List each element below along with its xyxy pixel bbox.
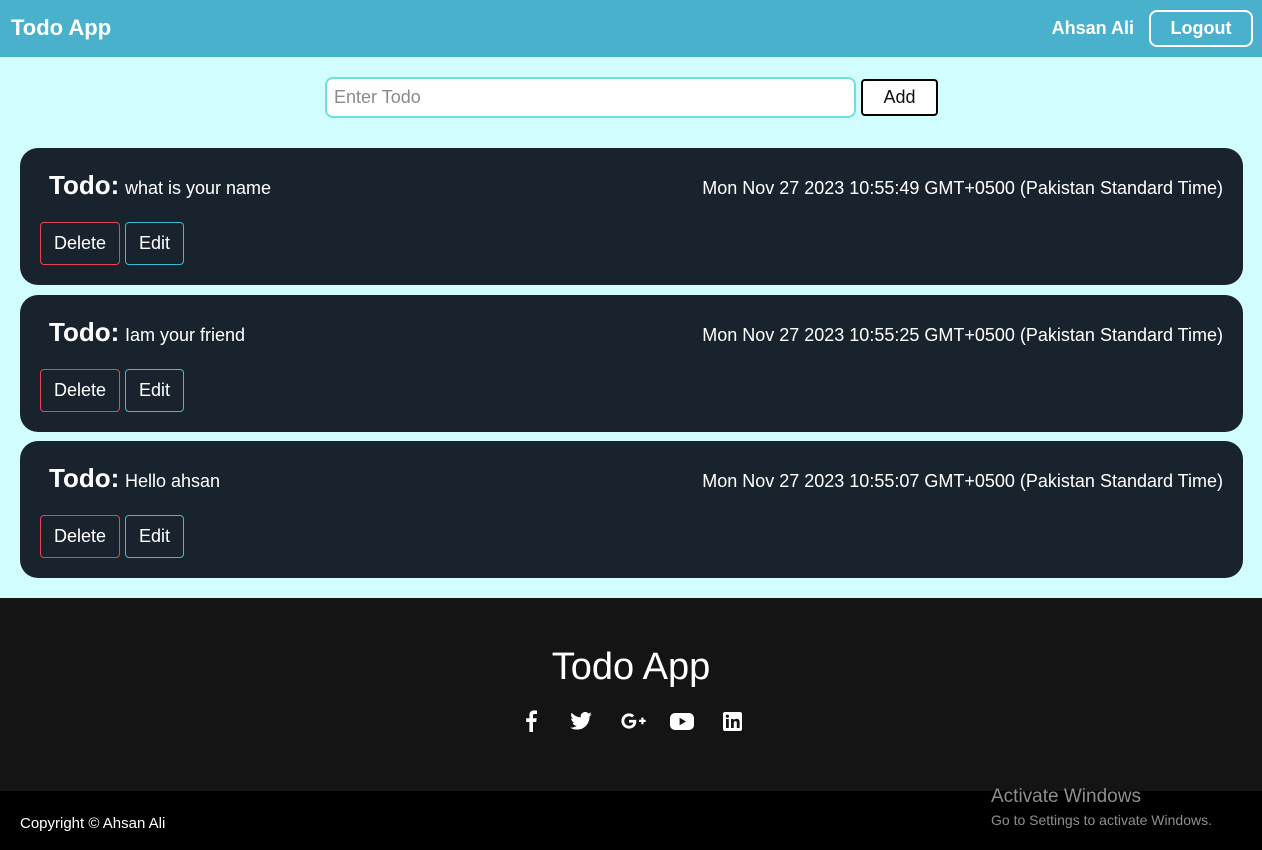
todo-card: Todo: Iam your friend Mon Nov 27 2023 10… — [20, 295, 1243, 432]
todo-label: Todo: — [49, 463, 120, 493]
copyright-text: Copyright © Ahsan Ali — [20, 815, 166, 832]
delete-button[interactable]: Delete — [40, 515, 120, 558]
activate-windows-title: Activate Windows — [991, 786, 1141, 807]
todo-card: Todo: what is your name Mon Nov 27 2023 … — [20, 148, 1243, 285]
facebook-icon[interactable] — [519, 709, 543, 733]
todo-text: Iam your friend — [125, 325, 246, 345]
brand-title[interactable]: Todo App — [11, 15, 111, 41]
youtube-icon[interactable] — [670, 709, 694, 733]
add-button[interactable]: Add — [861, 79, 938, 116]
todo-input[interactable] — [325, 77, 856, 118]
activate-windows-subtitle: Go to Settings to activate Windows. — [991, 812, 1212, 828]
user-name: Ahsan Ali — [1051, 18, 1134, 38]
twitter-icon[interactable] — [569, 709, 593, 733]
edit-button[interactable]: Edit — [125, 515, 184, 558]
logout-button[interactable]: Logout — [1149, 10, 1253, 47]
edit-button[interactable]: Edit — [125, 369, 184, 412]
footer: Todo App — [0, 598, 1262, 791]
todo-date: Mon Nov 27 2023 10:55:49 GMT+0500 (Pakis… — [702, 178, 1223, 198]
google-plus-icon[interactable] — [621, 709, 647, 733]
delete-button[interactable]: Delete — [40, 222, 120, 265]
navbar: Todo App Ahsan Ali Logout — [0, 0, 1262, 57]
todo-card: Todo: Hello ahsan Mon Nov 27 2023 10:55:… — [20, 441, 1243, 578]
footer-title: Todo App — [551, 646, 711, 688]
todo-text: what is your name — [125, 178, 272, 198]
todo-label: Todo: — [49, 170, 120, 200]
activate-windows-watermark: Activate Windows Go to Settings to activ… — [991, 786, 1212, 828]
todo-text: Hello ahsan — [125, 471, 221, 491]
todo-date: Mon Nov 27 2023 10:55:25 GMT+0500 (Pakis… — [702, 325, 1223, 345]
todo-label: Todo: — [49, 317, 120, 347]
linkedin-icon[interactable] — [720, 709, 744, 733]
delete-button[interactable]: Delete — [40, 369, 120, 412]
todo-date: Mon Nov 27 2023 10:55:07 GMT+0500 (Pakis… — [702, 471, 1223, 491]
edit-button[interactable]: Edit — [125, 222, 184, 265]
